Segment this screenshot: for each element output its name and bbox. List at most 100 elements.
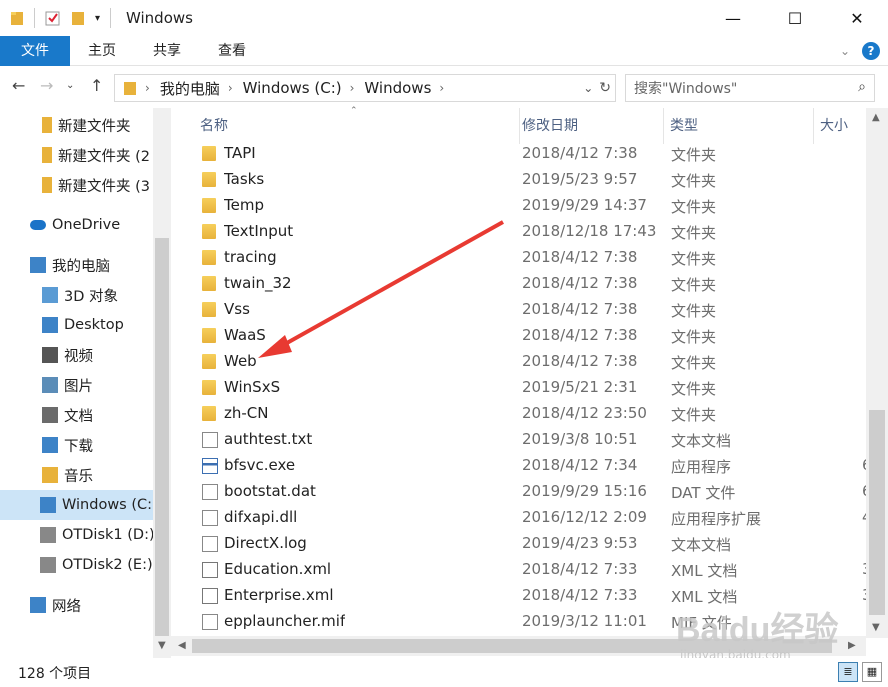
file-row[interactable]: WaaS 2018/4/12 7:38 文件夹 [172, 323, 862, 349]
item-count: 128 个项目 [18, 666, 92, 682]
chevron-right-icon: › [145, 81, 150, 95]
file-type: 应用程序扩展 [671, 510, 762, 528]
recent-locations-icon[interactable]: ⌄ [66, 80, 74, 91]
nav-item[interactable]: Desktop [0, 310, 153, 340]
breadcrumb-windows[interactable]: Windows [364, 79, 431, 97]
tab-view[interactable]: 查看 [202, 36, 262, 66]
file-type: 文件夹 [671, 224, 717, 242]
nav-item[interactable]: 3D 对象 [0, 280, 153, 310]
maximize-button[interactable]: ☐ [764, 0, 826, 36]
file-row[interactable]: bootstat.dat2019/9/29 15:16DAT 文件6 [172, 479, 872, 505]
file-name: epplauncher.mif [224, 612, 346, 630]
file-name: Vss [224, 300, 250, 318]
nav-item[interactable]: OTDisk1 (D:) [0, 520, 153, 550]
nav-item[interactable]: OTDisk2 (E:) [0, 550, 153, 580]
nav-item[interactable]: 新建文件夹 (2 [0, 140, 153, 170]
scroll-left-icon[interactable]: ◀ [178, 640, 186, 651]
close-button[interactable]: ✕ [826, 0, 888, 36]
chevron-right-icon[interactable]: › [439, 81, 444, 95]
status-bar: 128 个项目 ≣ ▦ [0, 658, 888, 687]
picture-icon [42, 377, 58, 393]
nav-item[interactable]: 视频 [0, 340, 153, 370]
tab-home[interactable]: 主页 [72, 36, 132, 66]
details-view-icon[interactable]: ≣ [838, 662, 858, 682]
chevron-right-icon[interactable]: › [350, 81, 355, 95]
file-row[interactable]: twain_32 2018/4/12 7:38 文件夹 [172, 271, 862, 297]
nav-item[interactable]: OneDrive [0, 210, 153, 240]
folder-icon [202, 146, 216, 161]
search-icon[interactable]: ⌕ [858, 79, 866, 95]
column-header-size[interactable]: 大小 [814, 108, 874, 144]
nav-item[interactable]: 音乐 [0, 460, 153, 490]
nav-item-label: 新建文件夹 (3 [58, 178, 150, 195]
nav-pane-scroll-thumb[interactable] [155, 238, 169, 638]
file-type: 文件夹 [671, 302, 717, 320]
nav-item[interactable]: 网络 [0, 590, 153, 620]
network-icon [30, 597, 46, 613]
file-row[interactable]: bfsvc.exe2018/4/12 7:34应用程序6 [172, 453, 872, 479]
nav-item[interactable]: 图片 [0, 370, 153, 400]
scroll-down-icon[interactable]: ▼ [872, 622, 880, 633]
file-row[interactable]: tracing 2018/4/12 7:38 文件夹 [172, 245, 862, 271]
nav-item-label: Windows (C:) [62, 497, 153, 513]
nav-item[interactable]: 文档 [0, 400, 153, 430]
file-row[interactable]: difxapi.dll2016/12/12 2:09应用程序扩展44 [172, 505, 881, 531]
folder-icon [202, 172, 216, 187]
file-row[interactable]: zh-CN 2018/4/12 23:50 文件夹 [172, 401, 862, 427]
properties-icon[interactable] [45, 10, 61, 26]
file-row[interactable]: Education.xml2018/4/12 7:33XML 文档3 [172, 557, 872, 583]
file-row[interactable]: Vss 2018/4/12 7:38 文件夹 [172, 297, 862, 323]
file-name: bootstat.dat [224, 482, 316, 500]
file-name: TextInput [224, 222, 294, 240]
desktop-icon [42, 317, 58, 333]
file-name: TAPI [224, 144, 256, 162]
nav-item[interactable]: 下载 [0, 430, 153, 460]
large-icons-view-icon[interactable]: ▦ [862, 662, 882, 682]
vertical-scroll-thumb[interactable] [869, 410, 885, 615]
help-icon[interactable]: ? [862, 42, 880, 60]
minimize-button[interactable]: — [702, 0, 764, 36]
nav-item[interactable]: 我的电脑 [0, 250, 153, 280]
navigation-bar: ← → ⌄ ↑ › 我的电脑 › Windows (C:) › Windows … [0, 66, 888, 108]
expand-ribbon-icon[interactable]: ⌄ [840, 44, 850, 58]
file-row[interactable]: Web 2018/4/12 7:38 文件夹 [172, 349, 862, 375]
file-type: 文件夹 [671, 276, 717, 294]
vertical-scrollbar[interactable]: ▲ ▼ [866, 108, 888, 638]
cube-icon [42, 287, 58, 303]
file-row[interactable]: TextInput 2018/12/18 17:43 文件夹 [172, 219, 862, 245]
search-input[interactable]: 搜索"Windows" ⌕ [625, 74, 875, 102]
nav-item[interactable]: 新建文件夹 (3 [0, 170, 153, 200]
nav-scroll-corner: ▼ [153, 636, 172, 656]
breadcrumb-my-computer[interactable]: 我的电脑 [160, 78, 220, 99]
nav-item-label: 3D 对象 [64, 288, 118, 305]
file-row[interactable]: TAPI 2018/4/12 7:38 文件夹 [172, 141, 862, 167]
file-row[interactable]: Temp 2019/9/29 14:37 文件夹 [172, 193, 862, 219]
column-header-type[interactable]: 类型 [664, 108, 814, 144]
breadcrumb-drive-c[interactable]: Windows (C:) [243, 79, 342, 97]
new-folder-icon[interactable] [71, 10, 85, 26]
file-row[interactable]: Tasks 2019/5/23 9:57 文件夹 [172, 167, 862, 193]
forward-arrow-icon[interactable]: → [40, 76, 53, 95]
file-row[interactable]: DirectX.log 2019/4/23 9:53 文本文档 [172, 531, 862, 557]
scroll-down-icon[interactable]: ▼ [158, 640, 166, 651]
chevron-right-icon[interactable]: › [228, 81, 233, 95]
address-bar[interactable]: › 我的电脑 › Windows (C:) › Windows › ⌄ ↻ [114, 74, 616, 102]
tab-file[interactable]: 文件 [0, 36, 70, 66]
folder-icon [202, 224, 216, 239]
nav-pane-scrollbar[interactable] [153, 108, 171, 658]
file-row[interactable]: authtest.txt 2019/3/8 10:51 文本文档 [172, 427, 862, 453]
tab-share[interactable]: 共享 [137, 36, 197, 66]
document-icon [42, 407, 58, 423]
file-type: XML 文档 [671, 562, 738, 580]
scroll-up-icon[interactable]: ▲ [872, 112, 880, 123]
refresh-icon[interactable]: ↻ [599, 80, 611, 96]
back-arrow-icon[interactable]: ← [12, 76, 25, 95]
column-header-date[interactable]: 修改日期 [516, 108, 664, 144]
chevron-down-icon[interactable]: ⌄ [583, 81, 593, 95]
chevron-down-icon[interactable]: ▾ [95, 13, 100, 24]
file-row[interactable]: WinSxS 2019/5/21 2:31 文件夹 [172, 375, 862, 401]
nav-item[interactable]: Windows (C:) [0, 490, 153, 520]
nav-item[interactable]: 新建文件夹 [0, 110, 153, 140]
text-file-icon [202, 614, 218, 630]
up-arrow-icon[interactable]: ↑ [90, 76, 103, 95]
